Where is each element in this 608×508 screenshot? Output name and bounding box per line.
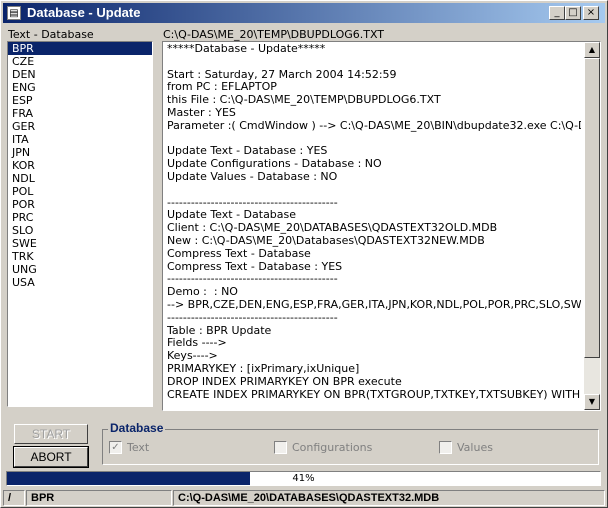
list-item[interactable]: UNG (8, 263, 152, 276)
database-app-icon[interactable]: ▤ (7, 6, 21, 20)
list-item[interactable]: ENG (8, 81, 152, 94)
minimize-button[interactable]: _ (549, 6, 565, 20)
log-line: Keys----> (167, 349, 218, 363)
log-file-path: C:\Q-DAS\ME_20\TEMP\DBUPDLOG6.TXT (163, 28, 385, 41)
close-button[interactable]: × (583, 6, 599, 20)
list-item[interactable]: KOR (8, 159, 152, 172)
list-item[interactable]: POR (8, 198, 152, 211)
log-line: DROP INDEX PRIMARYKEY ON BPR execute (167, 374, 402, 388)
scroll-down-icon[interactable]: ▼ (584, 394, 600, 410)
text-checkbox-label: Text (127, 441, 150, 454)
progress-bar: 41% (6, 471, 601, 486)
list-item[interactable]: POL (8, 185, 152, 198)
progress-label: 41% (292, 473, 315, 484)
start-button[interactable]: START (14, 424, 88, 444)
log-viewer[interactable]: *****Database - Update***** Start : Satur… (162, 41, 601, 411)
list-item[interactable]: TRK (8, 250, 152, 263)
log-text[interactable]: *****Database - Update***** Start : Satur… (167, 43, 581, 409)
log-line: Parameter :( CmdWindow ) --> C:\Q-DAS\ME… (167, 118, 581, 132)
values-checkbox-label: Values (457, 441, 493, 454)
language-list[interactable]: BPR CZE DEN ENG ESP FRA GER ITA JPN KOR NDL POL POR P… (7, 41, 153, 407)
configurations-checkbox[interactable] (274, 441, 287, 454)
status-cell-database-path: C:\Q-DAS\ME_20\DATABASES\QDASTEXT32.MDB (173, 490, 605, 506)
list-item[interactable]: GER (8, 120, 152, 133)
log-line: Master : YES (167, 105, 236, 119)
log-line: *****Database - Update***** (167, 43, 326, 55)
scroll-up-icon[interactable]: ▲ (584, 42, 600, 58)
log-line: PRIMARYKEY : [ixPrimary,ixUnique] (167, 361, 360, 375)
status-cell-indicator: / (3, 490, 25, 506)
configurations-checkbox-label: Configurations (292, 441, 373, 454)
list-item[interactable]: ITA (8, 133, 152, 146)
scroll-thumb[interactable] (584, 58, 600, 358)
list-item[interactable]: DEN (8, 68, 152, 81)
list-item[interactable]: ESP (8, 94, 152, 107)
log-scrollbar[interactable]: ▲ ▼ (584, 42, 600, 410)
log-line: Compress Text - Database (167, 246, 311, 260)
title-bar[interactable]: ▤ Database - Update _ □ × (3, 3, 605, 23)
abort-button[interactable]: ABORT (13, 446, 89, 468)
window-title: Database - Update (27, 5, 141, 20)
list-item[interactable]: JPN (8, 146, 152, 159)
values-checkbox[interactable] (439, 441, 452, 454)
list-item[interactable]: FRA (8, 107, 152, 120)
list-item[interactable]: NDL (8, 172, 152, 185)
log-line: Table : BPR Update (167, 323, 272, 337)
log-line: ----------------------------------------… (167, 310, 338, 324)
list-item[interactable]: USA (8, 276, 152, 289)
status-bar: / BPR C:\Q-DAS\ME_20\DATABASES\QDASTEXT3… (1, 489, 607, 507)
log-line: CREATE INDEX PRIMARYKEY ON BPR(TXTGROUP,… (167, 387, 581, 401)
main-window: ▤ Database - Update _ □ × Text - Databas… (0, 0, 608, 508)
log-line: Update Values - Database : NO (167, 169, 338, 183)
database-group-label: Database (108, 421, 166, 435)
log-line: --> BPR,CZE,DEN,ENG,ESP,FRA,GER,ITA,JPN,… (167, 297, 581, 311)
log-line: New : C:\Q-DAS\ME_20\Databases\QDASTEXT3… (167, 233, 485, 247)
text-checkbox[interactable]: ✓ (109, 441, 122, 454)
list-item[interactable]: SLO (8, 224, 152, 237)
list-item[interactable]: BPR (8, 42, 152, 55)
list-item[interactable]: PRC (8, 211, 152, 224)
maximize-button[interactable]: □ (565, 6, 581, 20)
status-cell-language: BPR (26, 490, 172, 506)
log-line: Fields ----> (167, 336, 227, 350)
list-item[interactable]: CZE (8, 55, 152, 68)
text-database-header: Text - Database (8, 28, 94, 41)
list-item[interactable]: SWE (8, 237, 152, 250)
